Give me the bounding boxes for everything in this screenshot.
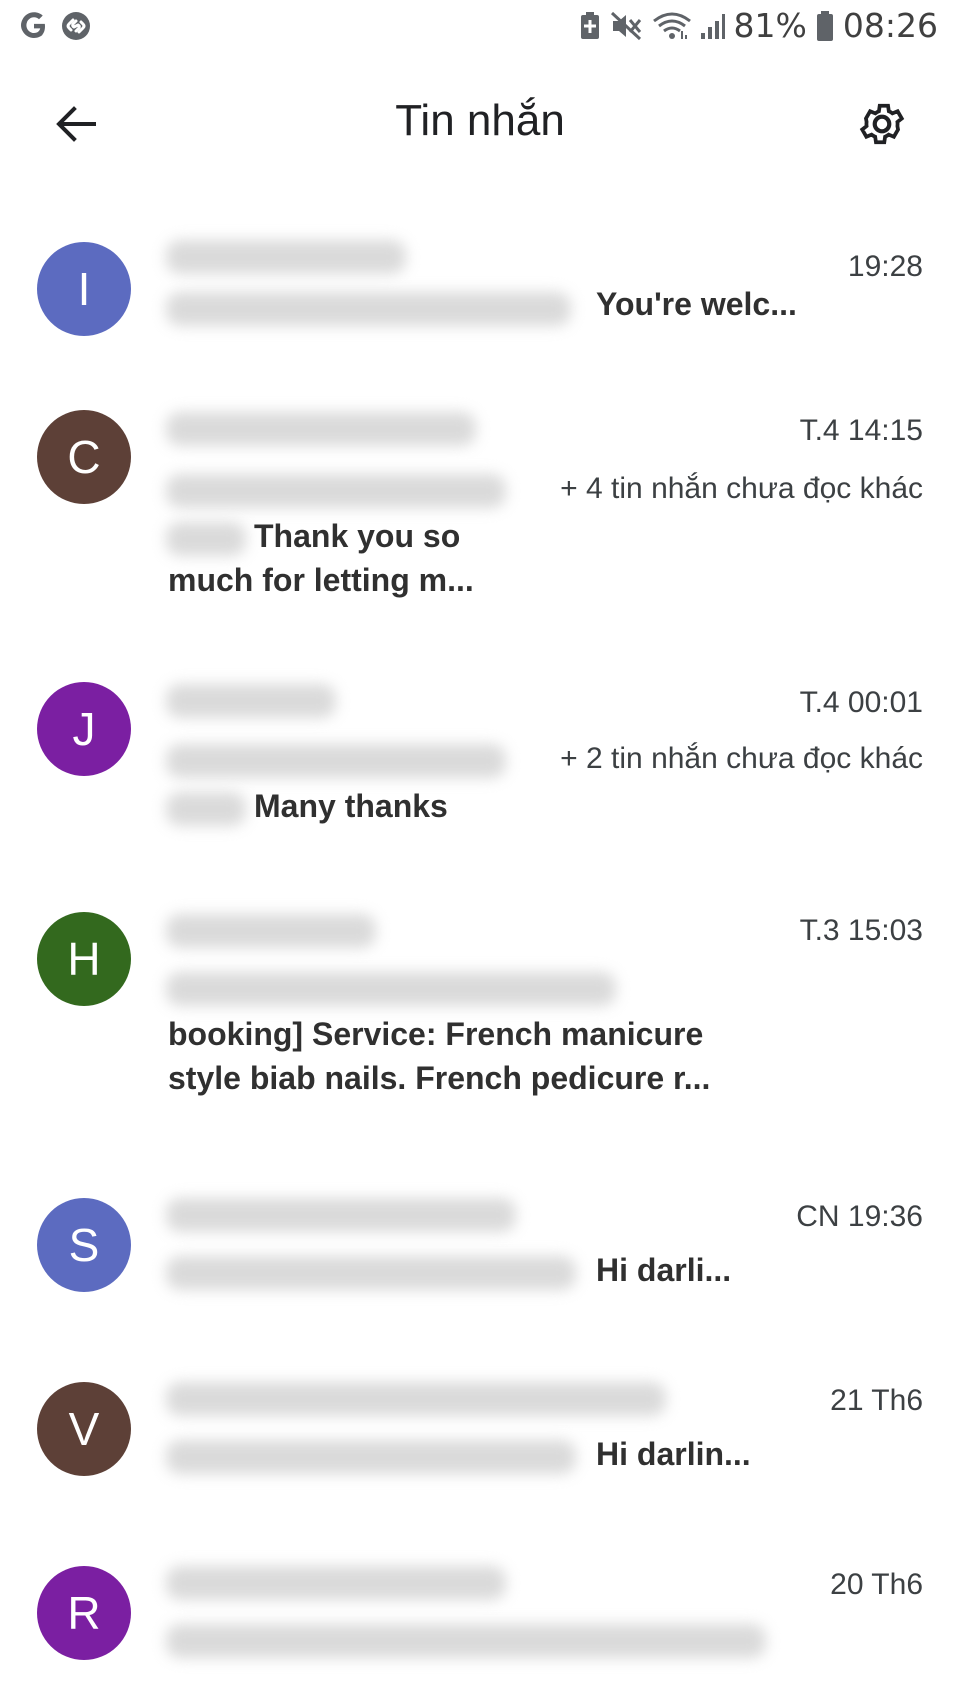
conversation-time: T.3 15:03: [799, 914, 923, 947]
redacted-sender-prefix: [166, 474, 506, 508]
redacted-sender-prefix: [166, 972, 616, 1006]
conversation-item[interactable]: V 21 Th6 Hi darlin...: [0, 1356, 960, 1516]
message-snippet: style biab nails. French pedicure r...: [168, 1060, 711, 1096]
battery-saver-icon: [578, 11, 602, 41]
avatar: H: [37, 912, 131, 1006]
unread-count-note: + 4 tin nhắn chưa đọc khác: [560, 472, 923, 505]
redacted-sender-prefix: [166, 1256, 576, 1290]
shazam-icon: [60, 10, 92, 42]
avatar: J: [37, 682, 131, 776]
redacted-sender-prefix: [166, 744, 506, 778]
conversation-time: 20 Th6: [830, 1568, 923, 1601]
message-snippet: Thank you so: [254, 518, 461, 554]
status-left-icons: [18, 10, 92, 42]
message-snippet: booking] Service: French manicure: [168, 1016, 704, 1052]
redacted-sender-name: [166, 684, 336, 718]
conversation-time: 21 Th6: [830, 1384, 923, 1417]
redacted-sender-name: [166, 1566, 506, 1600]
unread-count-note: + 2 tin nhắn chưa đọc khác: [560, 742, 923, 775]
battery-icon: [815, 10, 835, 42]
page-title: Tin nhắn: [395, 96, 565, 145]
conversation-time: 19:28: [847, 250, 923, 283]
redacted-sender-name: [166, 412, 476, 446]
redacted-sender-name: [166, 1198, 516, 1232]
avatar: C: [37, 410, 131, 504]
conversation-item[interactable]: C T.4 14:15 + 4 tin nhắn chưa đọc khác T…: [0, 390, 960, 640]
status-right-icons: 81% 08:26: [578, 6, 938, 45]
avatar: S: [37, 1198, 131, 1292]
conversation-item[interactable]: H T.3 15:03 booking] Service: French man…: [0, 890, 960, 1140]
conversation-item[interactable]: J T.4 00:01 + 2 tin nhắn chưa đọc khác M…: [0, 662, 960, 862]
message-snippet: much for letting m...: [168, 562, 474, 598]
conversation-item[interactable]: I 19:28 You're welc...: [0, 220, 960, 370]
battery-percent: 81%: [733, 6, 807, 45]
avatar: R: [37, 1566, 131, 1660]
conversation-item[interactable]: S CN 19:36 Hi darli...: [0, 1172, 960, 1332]
wifi-icon: [652, 11, 692, 41]
message-snippet: You're welc...: [596, 286, 797, 322]
app-bar: Tin nhắn: [0, 58, 960, 186]
message-snippet: Many thanks: [254, 788, 448, 824]
redacted-sender-name: [166, 240, 406, 274]
conversation-time: T.4 14:15: [799, 414, 923, 447]
redacted-sender-name: [166, 914, 376, 948]
conversation-item[interactable]: R 20 Th6: [0, 1540, 960, 1706]
settings-button[interactable]: [850, 92, 914, 156]
google-icon: [18, 10, 50, 42]
conversation-time: CN 19:36: [796, 1200, 923, 1233]
redacted-sender-prefix: [166, 1624, 766, 1658]
redacted-sender-prefix: [166, 292, 571, 326]
conversation-time: T.4 00:01: [799, 686, 923, 719]
mute-icon: [610, 11, 644, 41]
clock-time: 08:26: [842, 6, 938, 45]
redacted-sender-prefix: [166, 792, 246, 826]
status-bar: 81% 08:26: [0, 0, 960, 58]
redacted-sender-name: [166, 1382, 666, 1416]
redacted-sender-prefix: [166, 1440, 576, 1474]
message-snippet: Hi darlin...: [596, 1436, 751, 1472]
redacted-sender-prefix: [166, 522, 246, 556]
signal-icon: [700, 11, 726, 41]
avatar: I: [37, 242, 131, 336]
message-snippet: Hi darli...: [596, 1252, 732, 1288]
gear-icon: [859, 103, 905, 145]
avatar: V: [37, 1382, 131, 1476]
